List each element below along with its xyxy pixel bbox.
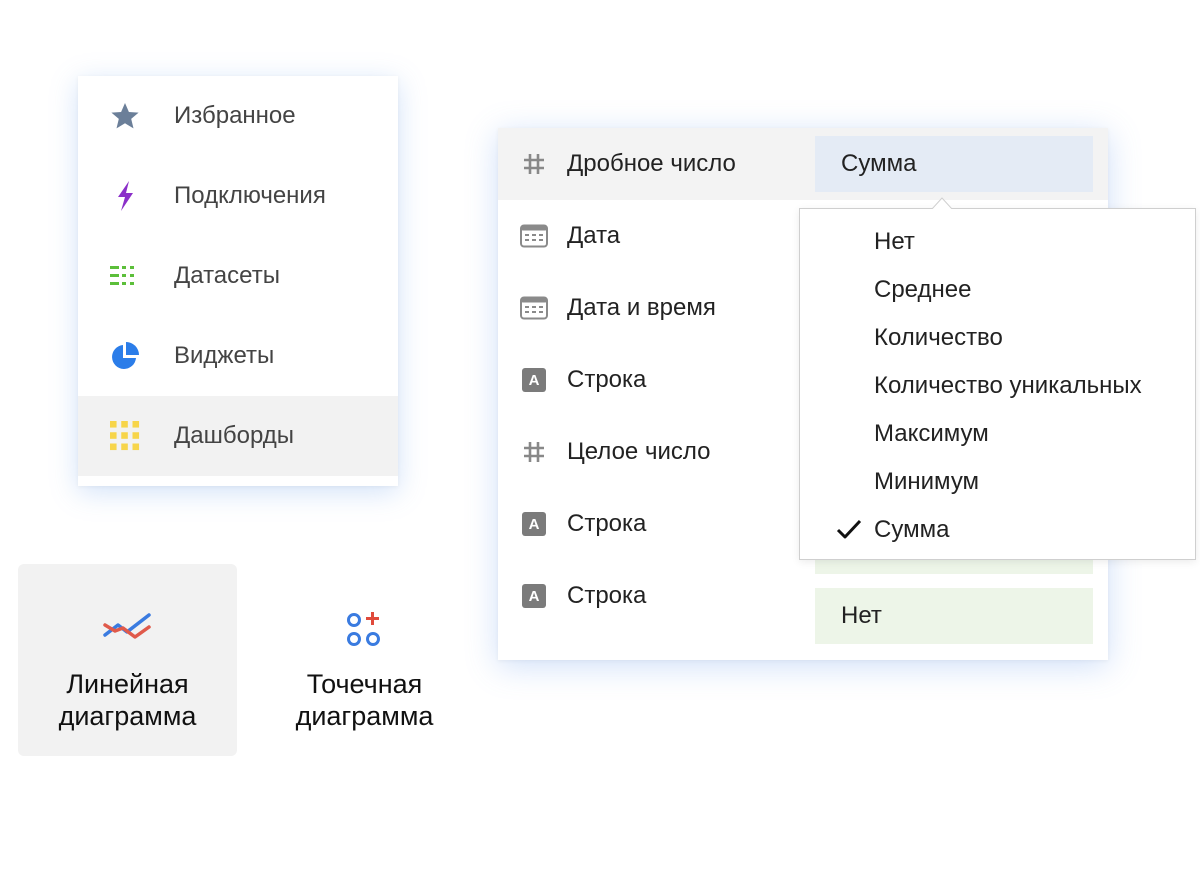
option-label: Максимум — [874, 420, 989, 447]
field-name: Дата и время — [567, 294, 716, 321]
field-name: Строка — [567, 366, 647, 393]
string-type-icon: A — [520, 510, 548, 538]
calendar-icon — [520, 222, 548, 250]
dropdown-option-count-unique[interactable]: Количество уникальных — [800, 362, 1195, 410]
star-icon — [110, 101, 140, 131]
navigation-menu: Избранное Подключения Датасеты Виджеты Д… — [78, 76, 398, 486]
option-label: Среднее — [874, 276, 972, 303]
chart-type-line[interactable]: Линейная диаграмма — [18, 564, 237, 756]
dropdown-option-count[interactable]: Количество — [800, 314, 1195, 362]
nav-item-label: Подключения — [174, 182, 326, 209]
nav-item-label: Избранное — [174, 102, 296, 129]
chart-type-label: Точечная диаграмма — [295, 669, 434, 731]
dropdown-option-average[interactable]: Среднее — [800, 266, 1195, 314]
calendar-icon — [520, 294, 548, 322]
dataset-icon — [110, 261, 140, 291]
nav-item-favorites[interactable]: Избранное — [78, 76, 398, 156]
option-label: Сумма — [874, 516, 950, 543]
aggregation-dropdown: Нет Среднее Количество Количество уникал… — [799, 208, 1196, 560]
nav-item-label: Виджеты — [174, 342, 275, 369]
chart-type-scatter[interactable]: Точечная диаграмма — [255, 564, 474, 756]
dropdown-arrow — [932, 197, 952, 209]
nav-item-label: Дашборды — [174, 422, 294, 449]
aggregation-select[interactable]: Нет — [815, 588, 1093, 644]
option-label: Количество — [874, 324, 1003, 351]
nav-item-connections[interactable]: Подключения — [78, 156, 398, 236]
field-name: Дата — [567, 222, 621, 249]
type-letter: A — [522, 512, 546, 536]
hash-icon — [520, 150, 548, 178]
option-label: Нет — [874, 228, 915, 255]
option-label: Минимум — [874, 468, 980, 495]
scatter-chart-icon — [345, 608, 385, 650]
field-name: Дробное число — [567, 150, 736, 177]
aggregation-select[interactable]: Сумма — [815, 136, 1093, 192]
chart-type-label: Линейная диаграмма — [58, 669, 197, 731]
string-type-icon: A — [520, 582, 548, 610]
line-chart-icon — [102, 608, 153, 650]
dropdown-option-none[interactable]: Нет — [800, 218, 1195, 266]
option-label: Количество уникальных — [874, 372, 1142, 399]
dropdown-option-max[interactable]: Максимум — [800, 410, 1195, 458]
type-letter: A — [522, 368, 546, 392]
field-name: Строка — [567, 510, 647, 537]
pie-chart-icon — [110, 341, 140, 371]
nav-item-datasets[interactable]: Датасеты — [78, 236, 398, 316]
dashboard-grid-icon — [110, 421, 140, 451]
dropdown-option-min[interactable]: Минимум — [800, 458, 1195, 506]
hash-icon — [520, 438, 548, 466]
nav-item-dashboards[interactable]: Дашборды — [78, 396, 398, 476]
dropdown-option-sum[interactable]: Сумма — [800, 506, 1195, 554]
nav-item-label: Датасеты — [174, 262, 280, 289]
checkmark-icon — [836, 519, 862, 539]
string-type-icon: A — [520, 366, 548, 394]
field-name: Строка — [567, 582, 647, 609]
type-letter: A — [522, 584, 546, 608]
field-name: Целое число — [567, 438, 711, 465]
lightning-icon — [110, 181, 140, 211]
nav-item-widgets[interactable]: Виджеты — [78, 316, 398, 396]
